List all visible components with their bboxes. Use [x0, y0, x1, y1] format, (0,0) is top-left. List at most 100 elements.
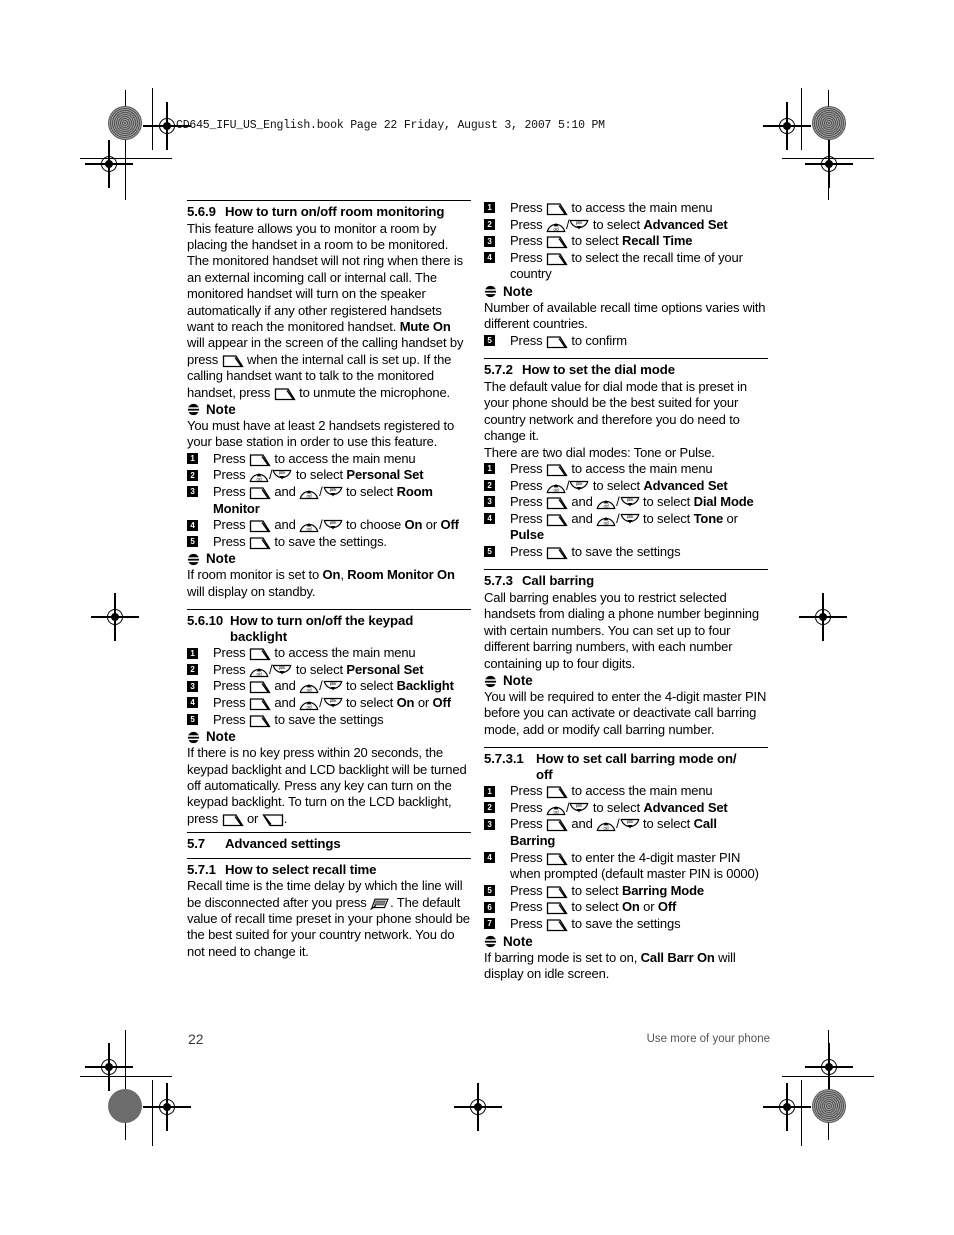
- note-text-handsets: You must have at least 2 handsets regist…: [187, 417, 455, 450]
- step-text-pre: Press: [213, 467, 249, 483]
- heading-title: How to turn on/off the keypad: [230, 613, 414, 629]
- step-item: 3 Press to select Recall Time: [484, 233, 768, 250]
- step-bold-term: Advanced Set: [643, 477, 728, 493]
- book-file-header: CD645_IFU_US_English.book Page 22 Friday…: [176, 119, 605, 132]
- nav-down-pbk-key-icon: pbk: [569, 802, 589, 813]
- left-softkey-icon: [546, 547, 568, 560]
- page-number: 22: [188, 1031, 204, 1047]
- step-text-post: to access the main menu: [270, 645, 416, 661]
- step-item: 4 Press and cid / pbk to choose On or Off: [187, 517, 471, 534]
- heading-title-continuation: off: [536, 766, 553, 782]
- step-text-mid: and: [567, 816, 597, 832]
- note-text-d: will display on standby.: [187, 583, 316, 599]
- heading-number: 5.7.3: [484, 573, 513, 589]
- step-text-pre: Press: [510, 494, 546, 510]
- step-bold-term: Advanced Set: [643, 799, 728, 815]
- note-heading: Note: [484, 934, 768, 950]
- left-softkey-icon: [546, 819, 568, 832]
- note-bullet-icon: [187, 731, 200, 743]
- heading-title: Call barring: [522, 573, 595, 589]
- left-softkey-icon: [546, 336, 568, 348]
- step-item: 2 Press cid / pbk to select Advanced Set: [484, 478, 768, 495]
- note-text-recall-options: Number of available recall time options …: [484, 299, 766, 332]
- svg-text:cid: cid: [554, 809, 560, 814]
- note-text-room-monitor: If room monitor is set to On, Room Monit…: [187, 567, 471, 600]
- nav-up-cid-key-icon: cid: [596, 822, 616, 832]
- left-softkey-icon: [546, 852, 568, 865]
- note-text-backlight: If there is no key press within 20 secon…: [187, 745, 471, 827]
- registration-mark-bottom-header: [143, 1083, 191, 1131]
- step-text-pre: Press: [510, 460, 546, 476]
- step-marker: 4: [187, 519, 198, 531]
- step-continuation-pin: when prompted (default master PIN is 000…: [510, 866, 759, 882]
- step-marker: 5: [484, 885, 495, 897]
- left-softkey-icon: [222, 355, 244, 367]
- step-text-post: to select: [567, 899, 622, 915]
- steps-recall-confirm: 5 Press to confirm: [484, 333, 768, 350]
- step-bold-on: On: [404, 517, 423, 533]
- paragraph-recall-time: Recall time is the time delay by which t…: [187, 878, 471, 960]
- step-item: 1 Press to access the main menu: [484, 461, 768, 478]
- note-heading: Note: [187, 551, 471, 567]
- step-text-pre: Press: [213, 450, 249, 466]
- step-text-mid: and: [270, 517, 300, 533]
- svg-text:cid: cid: [554, 487, 560, 492]
- note-text-or: or: [243, 810, 262, 826]
- step-item: 4 Press and cid / pbk to select Tone or Pul…: [484, 511, 768, 544]
- nav-up-cid-key-icon: cid: [299, 684, 319, 694]
- step-text-pre: Press: [510, 233, 546, 249]
- heading-title: How to select recall time: [225, 861, 377, 877]
- svg-text:pbk: pbk: [329, 520, 336, 525]
- nav-down-pbk-key-icon: pbk: [569, 480, 589, 490]
- step-bold-term: Backlight: [396, 678, 454, 694]
- heading-5-7-1: 5.7.1 How to select recall time: [187, 862, 471, 878]
- step-bold-term: Room: [396, 483, 433, 499]
- step-text-pre: Press: [510, 200, 546, 215]
- step-marker: 2: [187, 664, 198, 676]
- section-rule: [187, 609, 471, 611]
- step-item: 2 Press cid / pbk to select Advanced Set: [484, 800, 768, 817]
- svg-text:pbk: pbk: [576, 481, 583, 486]
- step-bold-term: Dial Mode: [693, 494, 754, 510]
- step-text-mid: and: [567, 510, 597, 526]
- heading-title-continuation: backlight: [230, 628, 287, 644]
- step-marker: 1: [484, 463, 495, 475]
- step-bold-term: Barring Mode: [621, 882, 704, 898]
- step-marker: 3: [484, 235, 495, 247]
- heading-number: 5.7.3.1: [484, 751, 524, 767]
- nav-up-cid-key-icon: cid: [299, 523, 319, 533]
- step-continuation-barring: Barring: [510, 833, 556, 848]
- nav-up-cid-key-icon: cid: [249, 667, 269, 677]
- step-marker: 2: [484, 218, 495, 230]
- note-label: Note: [503, 673, 533, 688]
- step-bold-off: Off: [657, 899, 677, 915]
- step-text-post: to select: [567, 233, 622, 249]
- step-text-post: to access the main menu: [567, 460, 713, 476]
- note-text-c: .: [283, 810, 288, 826]
- step-marker: 2: [484, 479, 495, 491]
- nav-up-cid-key-icon: cid: [299, 489, 319, 500]
- section-rule: [187, 832, 471, 834]
- step-text-post: to choose: [342, 517, 405, 533]
- svg-text:pbk: pbk: [576, 220, 583, 225]
- step-bold-term: Personal Set: [346, 467, 424, 483]
- step-text-pre: Press: [213, 517, 249, 533]
- nav-up-cid-key-icon: cid: [546, 222, 566, 232]
- registration-mark-bottom-right: [805, 1043, 853, 1091]
- step-text-pre: Press: [213, 711, 249, 727]
- step-bold-term: Advanced Set: [643, 216, 728, 232]
- steps-dial-mode: 1 Press to access the main menu 2 Press ci…: [484, 461, 768, 561]
- step-bold-on: On: [396, 694, 415, 710]
- step-text-post: to save the settings.: [270, 533, 387, 549]
- svg-text:cid: cid: [307, 494, 313, 499]
- para-text-d: to unmute the microphone.: [295, 384, 451, 400]
- note-bold-room-monitor-on: Room Monitor On: [347, 567, 455, 583]
- step-text-mid: and: [270, 694, 300, 710]
- step-item: 3 Press and cid / pbk to select Room Monitor: [187, 484, 471, 517]
- nav-down-pbk-key-icon: pbk: [272, 664, 292, 675]
- registration-mark-bottom-center: [454, 1083, 502, 1131]
- registration-mark-top-right-inner: [763, 102, 811, 150]
- step-marker: 4: [484, 252, 495, 264]
- step-item: 1 Press to access the main menu: [484, 200, 768, 217]
- heading-number: 5.7.2: [484, 362, 513, 378]
